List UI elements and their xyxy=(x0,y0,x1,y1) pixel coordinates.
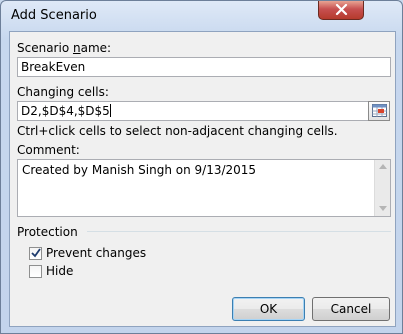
comment-value: Created by Manish Singh on 9/13/2015 xyxy=(22,163,257,177)
protection-divider xyxy=(87,231,391,232)
collapse-dialog-icon xyxy=(372,104,387,117)
changing-cells-label: Changing cells: xyxy=(17,85,109,99)
scroll-down-icon[interactable] xyxy=(379,206,387,211)
comment-textarea[interactable]: Created by Manish Singh on 9/13/2015 xyxy=(17,159,391,217)
scenario-name-label: Scenario name: xyxy=(17,41,111,55)
ok-button[interactable]: OK xyxy=(232,297,305,321)
scroll-up-icon[interactable] xyxy=(379,164,387,169)
scenario-name-input[interactable]: BreakEven xyxy=(17,57,391,77)
checkmark-icon xyxy=(31,248,41,258)
scenario-name-label-text: Scenario name: xyxy=(17,41,112,55)
comment-label: Comment: xyxy=(17,143,80,157)
protection-heading: Protection xyxy=(17,225,78,239)
scenario-name-value: BreakEven xyxy=(21,60,86,74)
prevent-changes-checkbox[interactable] xyxy=(29,247,42,260)
close-button[interactable] xyxy=(318,1,364,20)
changing-cells-hint: Ctrl+click cells to select non-adjacent … xyxy=(17,124,338,138)
close-icon xyxy=(335,4,348,16)
changing-cells-value: D2,$D$4,$D$5 xyxy=(21,104,110,118)
hide-checkbox[interactable] xyxy=(29,265,42,278)
text-cursor xyxy=(109,104,111,117)
add-scenario-dialog: Add Scenario Scenario name: BreakEven Ch… xyxy=(0,0,403,334)
dialog-body: Scenario name: BreakEven Changing cells:… xyxy=(9,31,396,327)
hide-label[interactable]: Hide xyxy=(46,264,73,278)
title-bar: Add Scenario xyxy=(1,1,402,31)
changing-cells-input[interactable]: D2,$D$4,$D$5 xyxy=(17,101,369,121)
collapse-dialog-button[interactable] xyxy=(368,101,390,121)
dialog-title: Add Scenario xyxy=(11,8,97,23)
cancel-button[interactable]: Cancel xyxy=(312,297,390,321)
prevent-changes-label[interactable]: Prevent changes xyxy=(46,246,146,260)
comment-scrollbar[interactable] xyxy=(374,160,390,216)
